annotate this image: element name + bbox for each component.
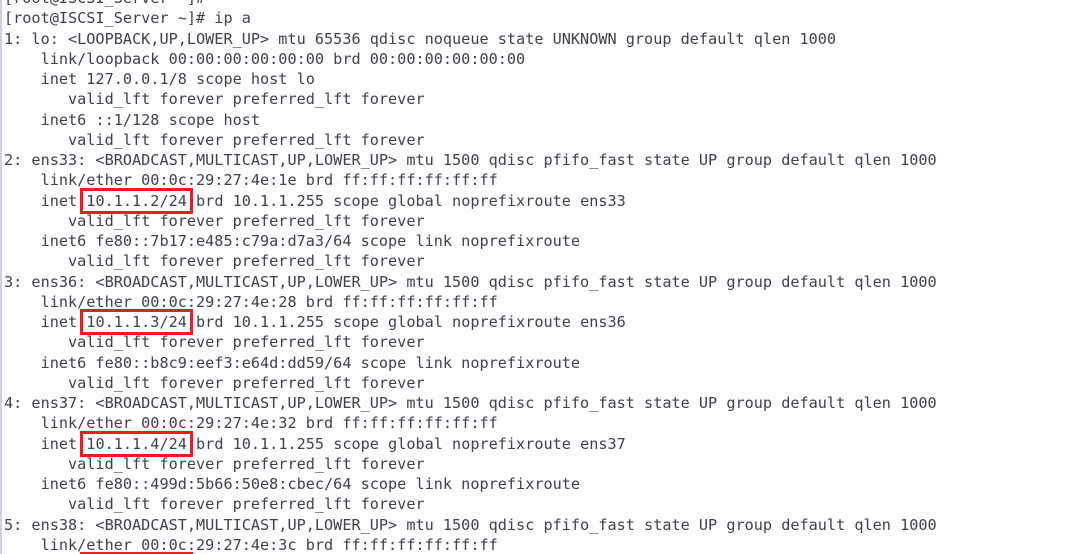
terminal-line: 3: ens36: <BROADCAST,MULTICAST,UP,LOWER_… bbox=[4, 272, 937, 291]
ip-address-highlight: 10.1.1.4/24 bbox=[83, 434, 190, 454]
line-suffix: brd 10.1.1.255 scope global noprefixrout… bbox=[186, 434, 626, 453]
terminal-line: 2: ens33: <BROADCAST,MULTICAST,UP,LOWER_… bbox=[4, 151, 937, 169]
terminal-line: valid_lft forever preferred_lft forever bbox=[4, 130, 425, 149]
line-suffix: brd 10.1.1.255 scope global noprefixrout… bbox=[186, 313, 626, 331]
terminal-line-highlighted-ip: inet 10.1.1.3/24 brd 10.1.1.255 scope gl… bbox=[4, 312, 1068, 332]
terminal-line: 4: ens37: <BROADCAST,MULTICAST,UP,LOWER_… bbox=[4, 394, 937, 412]
terminal-line-highlighted-ip: inet 10.1.1.4/24 brd 10.1.1.255 scope gl… bbox=[4, 434, 1068, 454]
terminal-line-highlighted-ip: inet 10.1.1.2/24 brd 10.1.1.255 scope gl… bbox=[4, 191, 1068, 211]
ip-address-highlight: 10.1.1.2/24 bbox=[83, 191, 190, 211]
terminal-line: inet6 ::1/128 scope host bbox=[4, 110, 261, 129]
terminal-line: inet6 fe80::7b17:e485:c79a:d7a3/64 scope… bbox=[4, 232, 581, 250]
line-suffix: brd 10.1.1.255 scope global noprefixrout… bbox=[186, 191, 626, 210]
terminal-output-area[interactable]: [root@ISCSI_Server ~]#[root@ISCSI_Server… bbox=[4, 0, 1068, 554]
line-prefix: inet bbox=[4, 313, 87, 331]
terminal-line: inet6 fe80::499d:5b66:50e8:cbec/64 scope… bbox=[4, 475, 581, 493]
ip-address-highlight: 10.1.1.3/24 bbox=[83, 312, 190, 332]
terminal-line: link/loopback 00:00:00:00:00:00 brd 00:0… bbox=[4, 49, 526, 68]
terminal-line: valid_lft forever preferred_lft forever bbox=[4, 90, 425, 109]
line-prefix: inet bbox=[4, 434, 87, 453]
terminal-line: inet6 fe80::b8c9:eef3:e64d:dd59/64 scope… bbox=[4, 353, 581, 372]
terminal-line: valid_lft forever preferred_lft forever bbox=[4, 211, 425, 230]
terminal-line: link/ether 00:0c:29:27:4e:1e brd ff:ff:f… bbox=[4, 171, 498, 190]
terminal-line: link/ether 00:0c:29:27:4e:3c brd ff:ff:f… bbox=[4, 535, 498, 554]
terminal-left-border bbox=[0, 0, 2, 554]
terminal-line: inet 127.0.0.1/8 scope host lo bbox=[4, 70, 315, 88]
terminal-window[interactable]: [root@ISCSI_Server ~]#[root@ISCSI_Server… bbox=[0, 0, 1071, 554]
terminal-line: 5: ens38: <BROADCAST,MULTICAST,UP,LOWER_… bbox=[4, 515, 937, 534]
terminal-line-partial: [root@ISCSI_Server ~]# bbox=[4, 0, 1068, 8]
terminal-line: valid_lft forever preferred_lft forever bbox=[4, 454, 425, 473]
terminal-line: 1: lo: <LOOPBACK,UP,LOWER_UP> mtu 65536 … bbox=[4, 29, 837, 48]
terminal-line: valid_lft forever preferred_lft forever bbox=[4, 495, 425, 514]
terminal-line: valid_lft forever preferred_lft forever bbox=[4, 333, 425, 352]
terminal-line: valid_lft forever preferred_lft forever bbox=[4, 373, 425, 392]
line-prefix: inet bbox=[4, 191, 87, 210]
terminal-line: valid_lft forever preferred_lft forever bbox=[4, 252, 425, 271]
terminal-line: [root@ISCSI_Server ~]# ip a bbox=[4, 9, 251, 28]
terminal-line: link/ether 00:0c:29:27:4e:32 brd ff:ff:f… bbox=[4, 414, 498, 433]
terminal-line: link/ether 00:0c:29:27:4e:28 brd ff:ff:f… bbox=[4, 292, 498, 311]
